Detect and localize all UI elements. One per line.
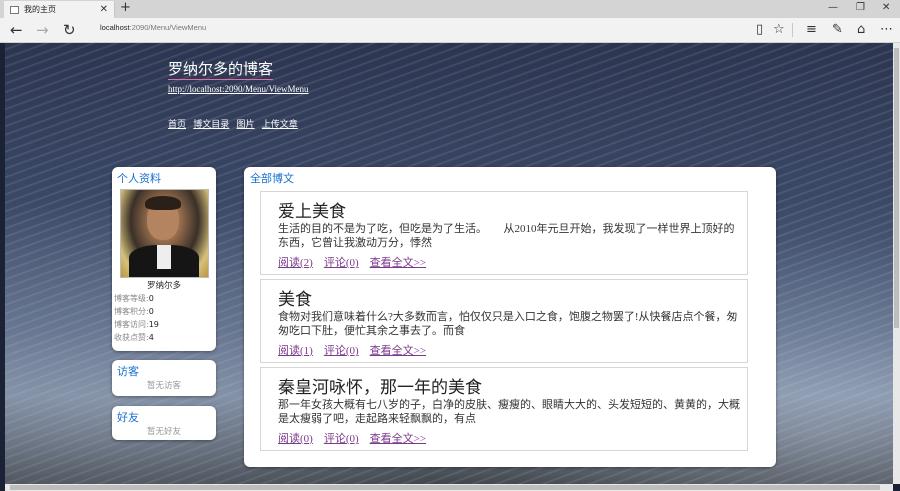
posts-panel: 全部博文 爱上美食 生活的目的不是为了吃，但吃是为了生活。 从2010年元旦开始… bbox=[244, 167, 776, 467]
post-title[interactable]: 秦皇河咏怀，那一年的美食 bbox=[278, 373, 482, 398]
page-favicon-icon bbox=[10, 5, 19, 14]
menu-catalog-link[interactable]: 博文目录 bbox=[193, 119, 229, 129]
stat-level: 博客等级:0 bbox=[114, 294, 154, 303]
profile-username: 罗纳尔多 bbox=[146, 281, 181, 291]
back-arrow-icon[interactable]: ← bbox=[10, 20, 23, 40]
address-bar[interactable]: localhost:2090/Menu/ViewMenu bbox=[100, 23, 206, 32]
post-card: 爱上美食 生活的目的不是为了吃，但吃是为了生活。 从2010年元旦开始，我发现了… bbox=[260, 191, 748, 275]
menu-images-link[interactable]: 图片 bbox=[237, 119, 255, 129]
minimize-icon[interactable]: — bbox=[828, 2, 838, 13]
restore-icon[interactable]: ❐ bbox=[856, 2, 865, 13]
window-close-icon[interactable]: ✕ bbox=[882, 2, 890, 13]
vertical-scroll-thumb[interactable] bbox=[894, 48, 899, 328]
visitors-title: 访客 bbox=[117, 365, 139, 378]
stat-points: 博客积分:0 bbox=[114, 307, 154, 316]
menu-upload-link[interactable]: 上传文章 bbox=[262, 119, 298, 129]
tab-bar: 我的主页 ✕ + — ❐ ✕ bbox=[0, 0, 900, 18]
read-more-link[interactable]: 查看全文>> bbox=[370, 345, 426, 357]
friends-title: 好友 bbox=[117, 411, 139, 424]
refresh-icon[interactable]: ↻ bbox=[63, 20, 76, 40]
toolbar-divider bbox=[792, 23, 793, 37]
comment-count-link[interactable]: 评论(0) bbox=[324, 345, 359, 357]
post-summary: 生活的目的不是为了吃，但吃是为了生活。 从2010年元旦开始，我发现了一样世界上… bbox=[278, 223, 735, 249]
navigation-bar: ← → ↻ localhost:2090/Menu/ViewMenu ▯ ☆ ≡… bbox=[0, 18, 900, 43]
post-title[interactable]: 爱上美食 bbox=[278, 197, 346, 222]
profile-title: 个人资料 bbox=[117, 172, 161, 185]
blog-url-link[interactable]: http://localhost:2090/Menu/ViewMenu bbox=[168, 84, 308, 94]
read-count-link[interactable]: 阅读(1) bbox=[278, 345, 313, 357]
stat-likes: 收获点赞:4 bbox=[114, 333, 154, 342]
read-more-link[interactable]: 查看全文>> bbox=[370, 257, 426, 269]
browser-tab[interactable]: 我的主页 ✕ bbox=[4, 1, 115, 18]
stat-visits: 博客访问:19 bbox=[114, 320, 159, 329]
post-card: 秦皇河咏怀，那一年的美食 那一年女孩大概有七八岁的子，白净的皮肤、瘦瘦的、眼睛大… bbox=[260, 367, 748, 451]
post-links: 阅读(0) 评论(0) 查看全文>> bbox=[278, 430, 437, 446]
address-path: :2090/Menu/ViewMenu bbox=[129, 23, 207, 32]
posts-title: 全部博文 bbox=[250, 172, 294, 185]
forward-arrow-icon[interactable]: → bbox=[36, 20, 49, 40]
profile-panel: 个人资料 罗纳尔多 博客等级:0 博客积分:0 博客访问:19 收获点赞:4 bbox=[112, 167, 216, 351]
blog-menu: 首页 博文目录 图片 上传文章 bbox=[168, 117, 303, 130]
comment-count-link[interactable]: 评论(0) bbox=[324, 433, 359, 445]
horizontal-scroll-thumb[interactable] bbox=[10, 485, 880, 490]
visitors-panel: 访客 暂无访客 bbox=[112, 360, 216, 396]
web-note-icon[interactable]: ✎ bbox=[832, 22, 843, 37]
address-host: localhost bbox=[100, 23, 130, 32]
visitors-empty-text: 暂无访客 bbox=[146, 381, 181, 391]
read-count-link[interactable]: 阅读(2) bbox=[278, 257, 313, 269]
share-icon[interactable]: ⌂ bbox=[857, 22, 865, 37]
reading-view-icon[interactable]: ▯ bbox=[756, 22, 763, 37]
close-tab-icon[interactable]: ✕ bbox=[100, 4, 108, 15]
friends-empty-text: 暂无好友 bbox=[146, 427, 181, 437]
post-title[interactable]: 美食 bbox=[278, 285, 312, 310]
tab-title: 我的主页 bbox=[24, 5, 56, 14]
read-more-link[interactable]: 查看全文>> bbox=[370, 433, 426, 445]
hub-icon[interactable]: ≡ bbox=[806, 22, 817, 37]
favorite-star-icon[interactable]: ☆ bbox=[773, 22, 785, 37]
read-count-link[interactable]: 阅读(0) bbox=[278, 433, 313, 445]
profile-stats: 博客等级:0 博客积分:0 博客访问:19 收获点赞:4 bbox=[114, 292, 159, 344]
menu-home-link[interactable]: 首页 bbox=[168, 119, 186, 129]
friends-panel: 好友 暂无好友 bbox=[112, 406, 216, 440]
post-links: 阅读(1) 评论(0) 查看全文>> bbox=[278, 342, 437, 358]
comment-count-link[interactable]: 评论(0) bbox=[324, 257, 359, 269]
new-tab-button[interactable]: + bbox=[120, 0, 131, 15]
more-icon[interactable]: ⋯ bbox=[880, 22, 893, 37]
post-summary: 那一年女孩大概有七八岁的子，白净的皮肤、瘦瘦的、眼睛大大的、头发短短的、黄黄的，… bbox=[278, 399, 740, 425]
post-summary: 食物对我们意味着什么?大多数而言，怕仅仅只是入口之食，饱腹之物罢了!从快餐店点个… bbox=[278, 311, 738, 337]
post-card: 美食 食物对我们意味着什么?大多数而言，怕仅仅只是入口之食，饱腹之物罢了!从快餐… bbox=[260, 279, 748, 363]
avatar[interactable] bbox=[120, 189, 209, 278]
post-links: 阅读(2) 评论(0) 查看全文>> bbox=[278, 254, 437, 270]
blog-title[interactable]: 罗纳尔多的博客 bbox=[168, 58, 274, 80]
